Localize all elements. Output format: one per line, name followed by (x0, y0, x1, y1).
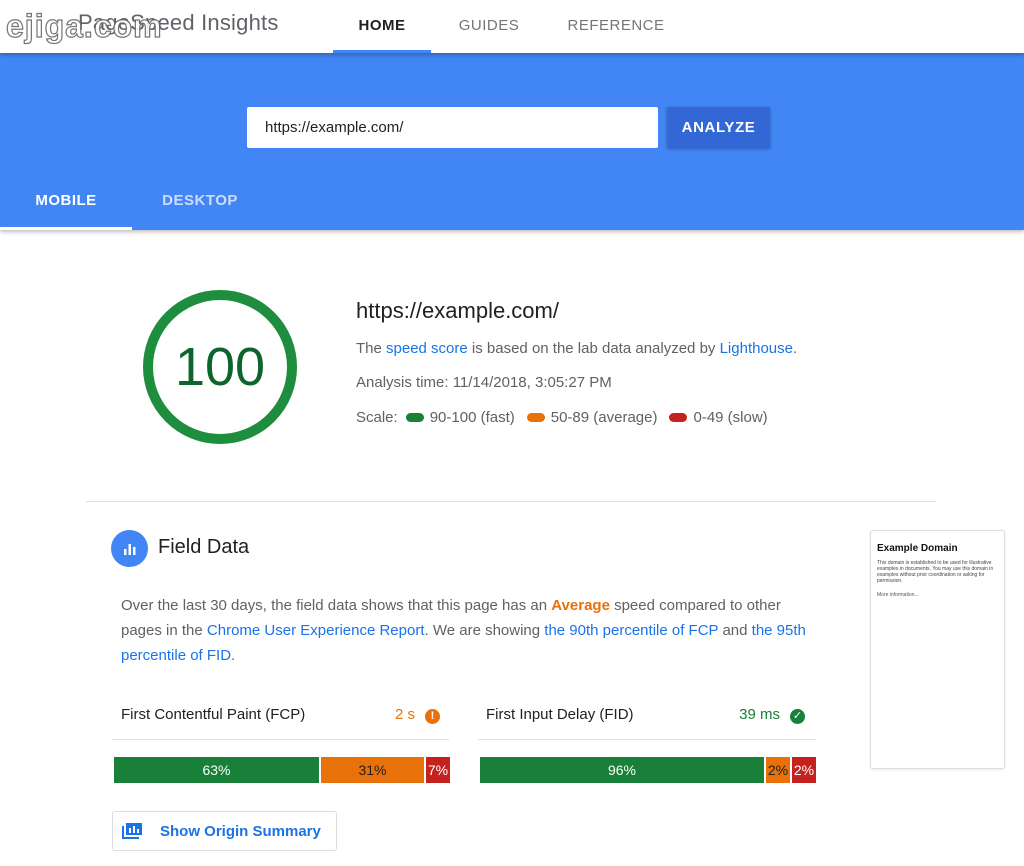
field-data-title: Field Data (158, 536, 250, 558)
field-data-text: . We are showing (424, 622, 545, 639)
distribution-segment-fast: 96% (480, 757, 764, 783)
fcp-percentile-link[interactable]: the 90th percentile of FCP (544, 622, 718, 639)
score-explanation: The speed score is based on the lab data… (356, 340, 797, 357)
field-data-text: Over the last 30 days, the field data sh… (121, 597, 552, 614)
nav-tab-guides[interactable]: GUIDES (446, 0, 532, 53)
tab-mobile[interactable]: MOBILE (0, 181, 132, 230)
section-divider (86, 501, 936, 502)
check-icon: ✓ (790, 709, 805, 724)
scale-slow-swatch (669, 412, 688, 422)
speed-score-link[interactable]: speed score (386, 340, 468, 357)
tab-desktop[interactable]: DESKTOP (134, 181, 266, 230)
crux-report-link[interactable]: Chrome User Experience Report (207, 622, 425, 639)
show-origin-summary-button[interactable]: Show Origin Summary (112, 811, 337, 851)
fcp-metric-divider (112, 739, 449, 740)
field-data-text: and (718, 622, 752, 639)
performance-score: 100 (174, 337, 266, 397)
fid-metric-label: First Input Delay (FID) (486, 706, 634, 723)
nav-tab-home[interactable]: HOME (333, 0, 431, 53)
fid-metric-divider (478, 739, 816, 740)
analyze-button[interactable]: ANALYZE (667, 107, 770, 148)
lighthouse-link[interactable]: Lighthouse (720, 340, 793, 357)
speed-category: Average (551, 597, 610, 614)
field-data-description: Over the last 30 days, the field data sh… (121, 593, 811, 668)
scale-average-swatch (526, 412, 545, 422)
nav-tab-reference[interactable]: REFERENCE (558, 0, 674, 53)
score-explanation-text: is based on the lab data analyzed by (467, 340, 720, 357)
fcp-distribution-bar: 63% 31% 7% (114, 757, 450, 783)
field-data-text: . (231, 647, 236, 664)
fid-metric-value: 39 ms (739, 706, 780, 723)
thumbnail-body: This domain is established to be used fo… (877, 560, 994, 584)
fcp-metric-label: First Contentful Paint (FCP) (121, 706, 306, 723)
analyze-panel: ANALYZE MOBILE DESKTOP (0, 53, 1024, 230)
distribution-segment-avg: 31% (321, 757, 424, 783)
scale-fast-label: 90-100 (fast) (429, 409, 515, 426)
analyzed-url: https://example.com/ (356, 298, 559, 323)
score-explanation-text: The (356, 340, 387, 357)
thumbnail-title: Example Domain (877, 543, 958, 554)
page-screenshot-thumbnail: Example Domain This domain is establishe… (870, 530, 1005, 769)
scale-fast-swatch (405, 412, 424, 422)
distribution-segment-slow: 2% (792, 757, 816, 783)
fid-distribution-bar: 96% 2% 2% (480, 757, 816, 783)
analysis-time: Analysis time: 11/14/2018, 3:05:27 PM (356, 374, 612, 391)
fcp-metric-value: 2 s (394, 706, 415, 723)
distribution-segment-slow: 7% (426, 757, 450, 783)
bar-chart-icon (111, 530, 148, 567)
scale-average-label: 50-89 (average) (550, 409, 658, 426)
watermark: ejiga.com (5, 7, 163, 44)
scale-label: Scale: (356, 409, 398, 426)
info-icon: ! (425, 709, 440, 724)
score-scale: Scale: 90-100 (fast) 50-89 (average) 0-49 (… (356, 409, 768, 426)
thumbnail-link: More information... (877, 592, 919, 598)
origin-summary-icon (122, 823, 142, 839)
distribution-segment-fast: 63% (114, 757, 319, 783)
distribution-segment-avg: 2% (766, 757, 790, 783)
score-explanation-text: . (792, 340, 798, 357)
scale-slow-label: 0-49 (slow) (693, 409, 768, 426)
url-input[interactable] (247, 107, 658, 148)
